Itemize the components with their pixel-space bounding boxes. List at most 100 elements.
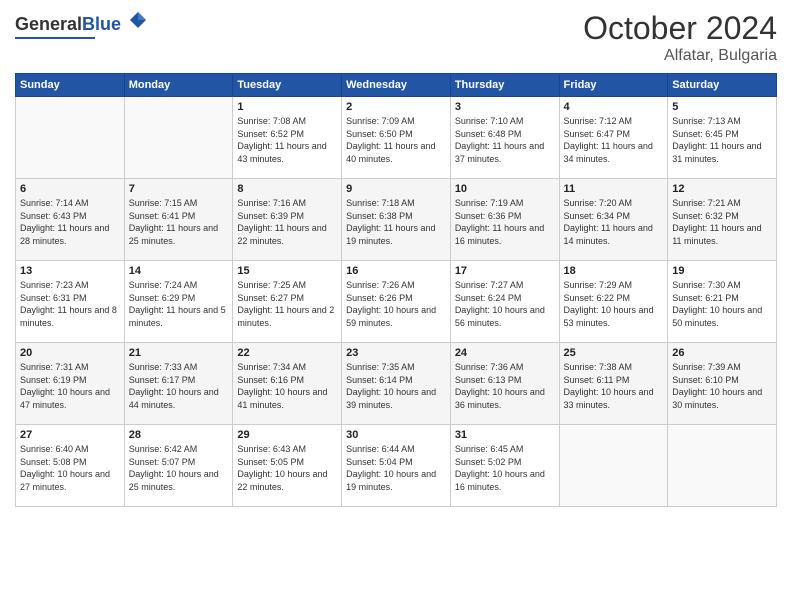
day-info: Sunrise: 6:43 AM Sunset: 5:05 PM Dayligh… [237, 443, 337, 493]
calendar-cell: 15 Sunrise: 7:25 AM Sunset: 6:27 PM Dayli… [233, 261, 342, 343]
day-number: 26 [672, 347, 772, 359]
day-info: Sunrise: 7:14 AM Sunset: 6:43 PM Dayligh… [20, 197, 120, 247]
calendar-cell: 16 Sunrise: 7:26 AM Sunset: 6:26 PM Dayli… [342, 261, 451, 343]
day-info: Sunrise: 7:36 AM Sunset: 6:13 PM Dayligh… [455, 361, 555, 411]
month-title: October 2024 [583, 10, 777, 47]
calendar-cell: 3 Sunrise: 7:10 AM Sunset: 6:48 PM Daylig… [450, 97, 559, 179]
logo-icon [128, 10, 148, 30]
calendar-cell: 10 Sunrise: 7:19 AM Sunset: 6:36 PM Dayli… [450, 179, 559, 261]
calendar-week-row: 27 Sunrise: 6:40 AM Sunset: 5:08 PM Dayli… [16, 425, 777, 507]
weekday-header-cell: Tuesday [233, 74, 342, 97]
calendar-week-row: 20 Sunrise: 7:31 AM Sunset: 6:19 PM Dayli… [16, 343, 777, 425]
day-number: 23 [346, 347, 446, 359]
weekday-header-row: SundayMondayTuesdayWednesdayThursdayFrid… [16, 74, 777, 97]
day-number: 21 [129, 347, 229, 359]
calendar-cell: 4 Sunrise: 7:12 AM Sunset: 6:47 PM Daylig… [559, 97, 668, 179]
calendar-cell: 1 Sunrise: 7:08 AM Sunset: 6:52 PM Daylig… [233, 97, 342, 179]
day-info: Sunrise: 6:44 AM Sunset: 5:04 PM Dayligh… [346, 443, 446, 493]
calendar-cell: 19 Sunrise: 7:30 AM Sunset: 6:21 PM Dayli… [668, 261, 777, 343]
day-number: 5 [672, 101, 772, 113]
calendar-cell [559, 425, 668, 507]
calendar-cell: 26 Sunrise: 7:39 AM Sunset: 6:10 PM Dayli… [668, 343, 777, 425]
day-number: 24 [455, 347, 555, 359]
day-number: 30 [346, 429, 446, 441]
weekday-header-cell: Monday [124, 74, 233, 97]
day-number: 13 [20, 265, 120, 277]
calendar-cell: 23 Sunrise: 7:35 AM Sunset: 6:14 PM Dayli… [342, 343, 451, 425]
day-info: Sunrise: 7:30 AM Sunset: 6:21 PM Dayligh… [672, 279, 772, 329]
calendar-cell [16, 97, 125, 179]
day-number: 11 [564, 183, 664, 195]
day-number: 10 [455, 183, 555, 195]
logo-divider [15, 37, 95, 39]
day-number: 6 [20, 183, 120, 195]
day-info: Sunrise: 7:25 AM Sunset: 6:27 PM Dayligh… [237, 279, 337, 329]
day-number: 19 [672, 265, 772, 277]
weekday-header-cell: Sunday [16, 74, 125, 97]
day-number: 4 [564, 101, 664, 113]
calendar-cell: 11 Sunrise: 7:20 AM Sunset: 6:34 PM Dayli… [559, 179, 668, 261]
day-info: Sunrise: 7:35 AM Sunset: 6:14 PM Dayligh… [346, 361, 446, 411]
day-number: 25 [564, 347, 664, 359]
title-block: October 2024 Alfatar, Bulgaria [583, 10, 777, 65]
day-info: Sunrise: 7:19 AM Sunset: 6:36 PM Dayligh… [455, 197, 555, 247]
weekday-header-cell: Saturday [668, 74, 777, 97]
weekday-header-cell: Wednesday [342, 74, 451, 97]
day-number: 9 [346, 183, 446, 195]
calendar-cell [668, 425, 777, 507]
calendar-cell: 25Sunrise: 7:38 AM Sunset: 6:11 PM Dayli… [559, 343, 668, 425]
day-info: Sunrise: 7:16 AM Sunset: 6:39 PM Dayligh… [237, 197, 337, 247]
day-info: Sunrise: 7:31 AM Sunset: 6:19 PM Dayligh… [20, 361, 120, 411]
calendar-week-row: 13Sunrise: 7:23 AM Sunset: 6:31 PM Dayli… [16, 261, 777, 343]
day-info: Sunrise: 7:12 AM Sunset: 6:47 PM Dayligh… [564, 115, 664, 165]
day-number: 3 [455, 101, 555, 113]
calendar-cell: 22Sunrise: 7:34 AM Sunset: 6:16 PM Dayli… [233, 343, 342, 425]
day-info: Sunrise: 7:26 AM Sunset: 6:26 PM Dayligh… [346, 279, 446, 329]
weekday-header-cell: Thursday [450, 74, 559, 97]
day-number: 7 [129, 183, 229, 195]
day-number: 27 [20, 429, 120, 441]
day-info: Sunrise: 7:10 AM Sunset: 6:48 PM Dayligh… [455, 115, 555, 165]
logo-general-text: General [15, 14, 82, 34]
calendar-cell: 30 Sunrise: 6:44 AM Sunset: 5:04 PM Dayli… [342, 425, 451, 507]
day-number: 12 [672, 183, 772, 195]
logo: GeneralBlue [15, 10, 148, 39]
calendar-cell: 14Sunrise: 7:24 AM Sunset: 6:29 PM Dayli… [124, 261, 233, 343]
day-info: Sunrise: 7:09 AM Sunset: 6:50 PM Dayligh… [346, 115, 446, 165]
day-number: 14 [129, 265, 229, 277]
calendar-cell: 27 Sunrise: 6:40 AM Sunset: 5:08 PM Dayli… [16, 425, 125, 507]
calendar-cell: 29Sunrise: 6:43 AM Sunset: 5:05 PM Dayli… [233, 425, 342, 507]
day-number: 20 [20, 347, 120, 359]
calendar-week-row: 1 Sunrise: 7:08 AM Sunset: 6:52 PM Daylig… [16, 97, 777, 179]
calendar-cell: 6 Sunrise: 7:14 AM Sunset: 6:43 PM Daylig… [16, 179, 125, 261]
day-number: 28 [129, 429, 229, 441]
day-info: Sunrise: 7:20 AM Sunset: 6:34 PM Dayligh… [564, 197, 664, 247]
day-info: Sunrise: 7:27 AM Sunset: 6:24 PM Dayligh… [455, 279, 555, 329]
day-number: 15 [237, 265, 337, 277]
calendar-week-row: 6 Sunrise: 7:14 AM Sunset: 6:43 PM Daylig… [16, 179, 777, 261]
calendar-container: GeneralBlue October 2024 Alfatar, Bulgar… [0, 0, 792, 612]
day-info: Sunrise: 7:21 AM Sunset: 6:32 PM Dayligh… [672, 197, 772, 247]
calendar-cell: 2 Sunrise: 7:09 AM Sunset: 6:50 PM Daylig… [342, 97, 451, 179]
day-number: 31 [455, 429, 555, 441]
calendar-cell [124, 97, 233, 179]
day-info: Sunrise: 7:08 AM Sunset: 6:52 PM Dayligh… [237, 115, 337, 165]
calendar-cell: 17 Sunrise: 7:27 AM Sunset: 6:24 PM Dayli… [450, 261, 559, 343]
calendar-cell: 9Sunrise: 7:18 AM Sunset: 6:38 PM Daylig… [342, 179, 451, 261]
location: Alfatar, Bulgaria [583, 47, 777, 65]
day-number: 17 [455, 265, 555, 277]
day-info: Sunrise: 6:40 AM Sunset: 5:08 PM Dayligh… [20, 443, 120, 493]
calendar-cell: 5Sunrise: 7:13 AM Sunset: 6:45 PM Daylig… [668, 97, 777, 179]
calendar-cell: 12 Sunrise: 7:21 AM Sunset: 6:32 PM Dayli… [668, 179, 777, 261]
day-number: 1 [237, 101, 337, 113]
day-number: 18 [564, 265, 664, 277]
header: GeneralBlue October 2024 Alfatar, Bulgar… [15, 10, 777, 65]
day-number: 2 [346, 101, 446, 113]
calendar-cell: 13Sunrise: 7:23 AM Sunset: 6:31 PM Dayli… [16, 261, 125, 343]
day-number: 16 [346, 265, 446, 277]
calendar-cell: 8 Sunrise: 7:16 AM Sunset: 6:39 PM Daylig… [233, 179, 342, 261]
day-info: Sunrise: 7:39 AM Sunset: 6:10 PM Dayligh… [672, 361, 772, 411]
day-number: 8 [237, 183, 337, 195]
calendar-cell: 7Sunrise: 7:15 AM Sunset: 6:41 PM Daylig… [124, 179, 233, 261]
day-info: Sunrise: 7:29 AM Sunset: 6:22 PM Dayligh… [564, 279, 664, 329]
